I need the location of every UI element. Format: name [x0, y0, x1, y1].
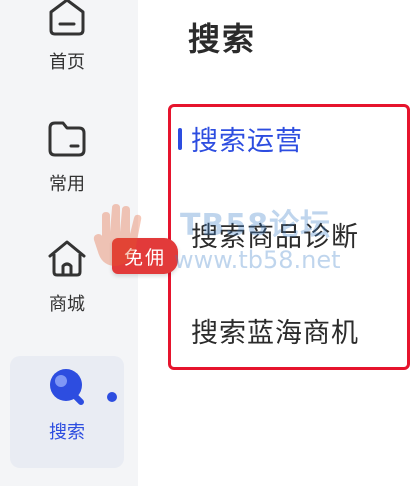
search-app-icon: [50, 369, 84, 405]
nav-label-home: 首页: [49, 52, 85, 73]
nav-label-common: 常用: [49, 174, 85, 195]
store-icon: [48, 240, 86, 277]
nav-label-mall: 商城: [49, 294, 85, 315]
menu-item-blue-ocean[interactable]: 搜索蓝海商机: [191, 311, 359, 350]
nav-item-home[interactable]: 首页: [10, 0, 124, 98]
active-indicator: [178, 128, 182, 150]
nav-item-common[interactable]: 常用: [10, 108, 124, 220]
folder-icon: [48, 121, 86, 157]
nav-label-search: 搜索: [49, 422, 85, 443]
menu-item-product-diagnosis[interactable]: 搜索商品诊断: [191, 215, 359, 254]
promo-tag: 免佣: [112, 238, 178, 274]
notification-dot: [107, 392, 117, 402]
search-submenu: 搜索运营 搜索商品诊断 搜索蓝海商机: [168, 104, 410, 370]
nav-item-mall[interactable]: 商城: [10, 228, 124, 340]
home-icon: [49, 0, 85, 36]
menu-item-search-ops[interactable]: 搜索运营: [191, 119, 303, 158]
panel-title: 搜索: [188, 20, 257, 58]
nav-item-search[interactable]: 搜索: [10, 356, 124, 468]
